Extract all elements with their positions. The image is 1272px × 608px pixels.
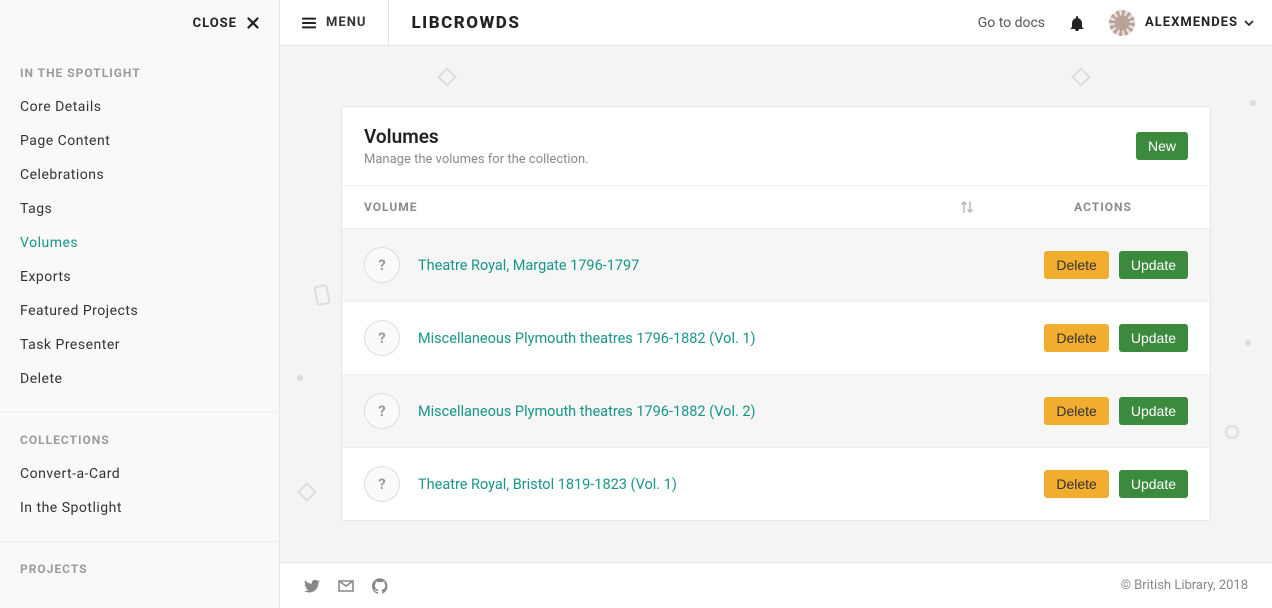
question-icon: ?	[364, 247, 400, 283]
close-icon	[247, 17, 259, 29]
sidebar-close-label: CLOSE	[193, 16, 237, 31]
column-header-actions: ACTIONS	[1018, 200, 1188, 214]
sidebar-item-core-details[interactable]: Core Details	[0, 90, 279, 124]
email-icon[interactable]	[338, 578, 354, 594]
column-header-volume: VOLUME	[364, 200, 956, 214]
update-button[interactable]: Update	[1119, 324, 1188, 352]
sidebar-item-featured-projects[interactable]: Featured Projects	[0, 294, 279, 328]
github-icon[interactable]	[372, 578, 388, 594]
nav-section-heading-collections[interactable]: COLLECTIONS	[0, 413, 279, 457]
docs-link[interactable]: Go to docs	[978, 15, 1045, 31]
sidebar: CLOSE IN THE SPOTLIGHT Core Details Page…	[0, 0, 280, 608]
table-header: VOLUME ACTIONS	[342, 186, 1210, 228]
volumes-card: Volumes Manage the volumes for the colle…	[341, 106, 1211, 521]
brand-logo[interactable]: LIBCROWDS	[411, 13, 520, 33]
table-row: ? Theatre Royal, Margate 1796-1797 Delet…	[342, 228, 1210, 301]
table-body: ? Theatre Royal, Margate 1796-1797 Delet…	[342, 228, 1210, 520]
avatar	[1109, 10, 1135, 36]
nav-section-heading-projects[interactable]: PROJECTS	[0, 542, 279, 586]
sort-icon	[961, 200, 973, 214]
sidebar-item-exports[interactable]: Exports	[0, 260, 279, 294]
card-subtitle: Manage the volumes for the collection.	[364, 152, 1136, 167]
topbar: MENU LIBCROWDS Go to docs ALEXMENDES	[280, 0, 1272, 46]
table-row: ? Miscellaneous Plymouth theatres 1796-1…	[342, 301, 1210, 374]
hamburger-icon	[302, 16, 316, 30]
update-button[interactable]: Update	[1119, 397, 1188, 425]
volume-link[interactable]: Miscellaneous Plymouth theatres 1796-188…	[418, 403, 1018, 420]
table-row: ? Theatre Royal, Bristol 1819-1823 (Vol.…	[342, 447, 1210, 520]
delete-button[interactable]: Delete	[1044, 251, 1108, 279]
footer-social-icons	[304, 578, 388, 594]
question-icon: ?	[364, 393, 400, 429]
main-content: Volumes Manage the volumes for the colle…	[280, 46, 1272, 562]
question-icon: ?	[364, 320, 400, 356]
nav-section: COLLECTIONS Convert-a-Card In the Spotli…	[0, 412, 279, 533]
user-menu[interactable]: ALEXMENDES	[1109, 10, 1254, 36]
sidebar-item-tags[interactable]: Tags	[0, 192, 279, 226]
sidebar-item-delete[interactable]: Delete	[0, 362, 279, 396]
sidebar-close-button[interactable]: CLOSE	[0, 0, 279, 46]
sidebar-item-task-presenter[interactable]: Task Presenter	[0, 328, 279, 362]
menu-button[interactable]: MENU	[280, 0, 389, 46]
sidebar-item-convert-a-card[interactable]: Convert-a-Card	[0, 457, 279, 491]
delete-button[interactable]: Delete	[1044, 397, 1108, 425]
footer-copyright: © British Library, 2018	[1121, 578, 1248, 593]
chevron-down-icon	[1244, 18, 1254, 28]
delete-button[interactable]: Delete	[1044, 324, 1108, 352]
volume-link[interactable]: Miscellaneous Plymouth theatres 1796-188…	[418, 330, 1018, 347]
new-volume-button[interactable]: New	[1136, 132, 1188, 160]
menu-label: MENU	[326, 15, 366, 30]
table-row: ? Miscellaneous Plymouth theatres 1796-1…	[342, 374, 1210, 447]
sidebar-item-celebrations[interactable]: Celebrations	[0, 158, 279, 192]
card-title: Volumes	[364, 125, 1136, 148]
footer: © British Library, 2018	[280, 562, 1272, 608]
sort-toggle[interactable]	[956, 200, 978, 214]
sidebar-item-in-the-spotlight[interactable]: In the Spotlight	[0, 491, 279, 525]
username: ALEXMENDES	[1145, 15, 1238, 30]
update-button[interactable]: Update	[1119, 251, 1188, 279]
notifications-bell-icon[interactable]	[1069, 15, 1085, 31]
question-icon: ?	[364, 466, 400, 502]
twitter-icon[interactable]	[304, 578, 320, 594]
nav-section-heading-spotlight[interactable]: IN THE SPOTLIGHT	[0, 46, 279, 90]
sidebar-item-volumes[interactable]: Volumes	[0, 226, 279, 260]
sidebar-item-page-content[interactable]: Page Content	[0, 124, 279, 158]
nav-section: PROJECTS	[0, 541, 279, 586]
volume-link[interactable]: Theatre Royal, Bristol 1819-1823 (Vol. 1…	[418, 476, 1018, 493]
nav-section: IN THE SPOTLIGHT Core Details Page Conte…	[0, 46, 279, 404]
card-header: Volumes Manage the volumes for the colle…	[342, 107, 1210, 186]
update-button[interactable]: Update	[1119, 470, 1188, 498]
delete-button[interactable]: Delete	[1044, 470, 1108, 498]
volume-link[interactable]: Theatre Royal, Margate 1796-1797	[418, 257, 1018, 274]
